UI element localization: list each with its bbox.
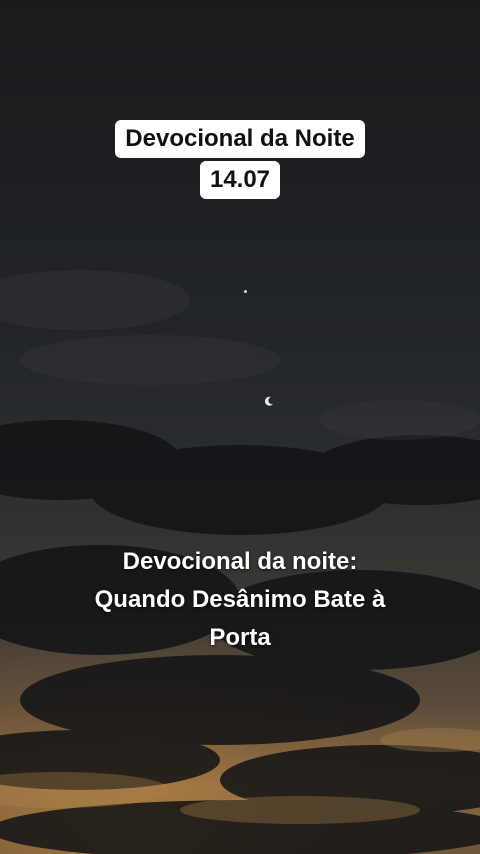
caption-line-2: Quando Desânimo Bate à [94,586,386,613]
night-sky-background: Devocional da Noite 14.07 Devocional da … [0,0,480,854]
title-date: 14.07 [199,161,281,199]
caption-line-3: Porta [209,624,271,651]
caption-line-1: Devocional da noite: [122,548,358,575]
star [244,290,247,293]
caption: Devocional da noite: Quando Desânimo Bat… [40,543,440,657]
title-line-1: Devocional da Noite [115,120,365,158]
crescent-moon-icon [264,396,273,406]
title-line-1-wrapper: Devocional da Noite [0,120,480,158]
title-line-2-wrapper: 14.07 [0,161,480,199]
